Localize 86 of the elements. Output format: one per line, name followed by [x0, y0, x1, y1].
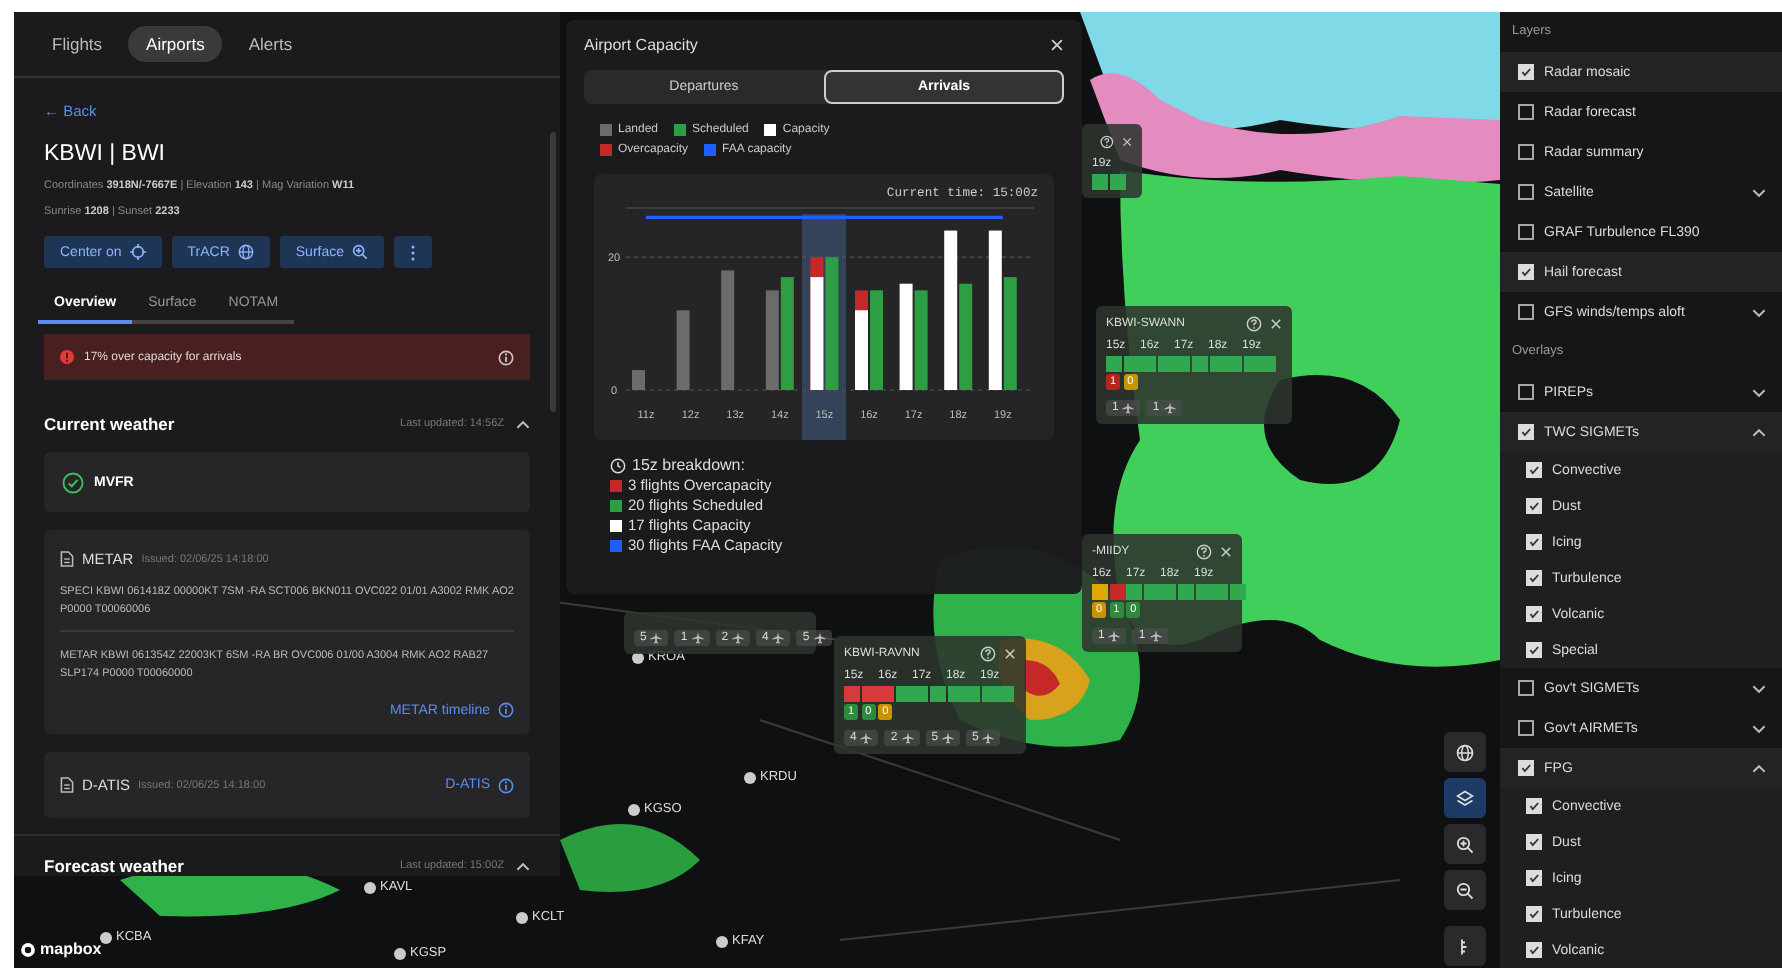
chevron-down-icon[interactable]: [1752, 307, 1766, 317]
chevron-up-icon[interactable]: [516, 861, 530, 871]
chevron-down-icon[interactable]: [1752, 723, 1766, 733]
check-circle-icon: [62, 471, 84, 493]
plane-icon: [772, 632, 785, 644]
close-icon[interactable]: [1121, 136, 1132, 148]
plane-icon: [1108, 630, 1121, 642]
map-control-button[interactable]: [1444, 870, 1486, 910]
info-icon: [498, 349, 514, 365]
globe-icon: [237, 244, 254, 260]
nav-tab[interactable]: Alerts: [230, 26, 311, 62]
checkbox[interactable]: [1518, 104, 1534, 120]
close-icon[interactable]: [1220, 546, 1232, 558]
document-icon: [60, 550, 74, 568]
bar: [676, 310, 690, 390]
plane-icon: [901, 732, 914, 744]
plane-icon: [982, 732, 995, 744]
chevron-down-icon[interactable]: [1752, 683, 1766, 693]
map-control-button[interactable]: [1444, 824, 1486, 864]
chevron-down-icon[interactable]: [1752, 187, 1766, 197]
bar: [632, 370, 645, 390]
airport-marker-icon[interactable]: [716, 935, 728, 947]
chevron-up-icon[interactable]: [516, 419, 530, 429]
close-icon[interactable]: [1050, 38, 1064, 52]
plane-icon: [1149, 630, 1162, 642]
close-icon[interactable]: [1004, 648, 1016, 660]
zoom-in-icon: [1456, 835, 1474, 853]
plane-icon: [691, 632, 704, 644]
checkbox[interactable]: [1518, 384, 1534, 400]
map-attribution: mapbox: [40, 940, 102, 958]
legend-swatch: [674, 124, 687, 136]
plane-icon: [813, 632, 826, 644]
nav-tab[interactable]: Flights: [34, 26, 121, 62]
legend-swatch: [600, 144, 612, 156]
zoom-icon: [352, 244, 369, 260]
chevron-down-icon[interactable]: [1752, 387, 1766, 397]
plane-icon: [942, 732, 955, 744]
plane-icon: [1122, 402, 1135, 414]
checkbox[interactable]: [1518, 304, 1534, 320]
airport-title: KBWI | BWI: [44, 142, 167, 166]
zoom-out-icon: [1456, 881, 1474, 899]
info-icon: [498, 777, 514, 793]
help-icon[interactable]: [1100, 134, 1114, 150]
section-title: Current weather: [44, 414, 177, 434]
chevron-up-icon[interactable]: [1752, 763, 1766, 773]
clock-icon: [610, 457, 626, 473]
map-control-button[interactable]: [1444, 732, 1486, 772]
checkbox[interactable]: [1518, 720, 1534, 736]
help-icon[interactable]: [980, 646, 996, 662]
airport-marker-icon[interactable]: [516, 911, 528, 923]
map-control-button[interactable]: [1444, 778, 1486, 818]
airport-marker-icon[interactable]: [394, 947, 406, 959]
alert-icon: [60, 350, 74, 364]
map-control-button[interactable]: [1444, 926, 1486, 966]
legend-swatch: [600, 124, 612, 136]
legend-swatch: [704, 144, 717, 156]
bar: [721, 270, 735, 390]
airport-marker-icon[interactable]: [744, 771, 756, 783]
checkbox[interactable]: [1518, 224, 1534, 240]
help-icon[interactable]: [1246, 316, 1262, 332]
more-icon: [410, 243, 417, 261]
breakdown-title: 15z breakdown:: [632, 456, 745, 474]
checkbox[interactable]: [1518, 144, 1534, 160]
layers-icon: [1456, 789, 1474, 807]
legend-swatch: [764, 124, 777, 136]
nav-tab[interactable]: Airports: [128, 26, 223, 62]
mapbox-logo-icon: [20, 941, 36, 957]
chevron-up-icon[interactable]: [1752, 427, 1766, 437]
checkbox[interactable]: [1518, 680, 1534, 696]
document-icon: [60, 776, 74, 794]
airport-marker-icon[interactable]: [364, 881, 376, 893]
plane-icon: [732, 632, 745, 644]
plane-icon: [650, 632, 663, 644]
crosshair-icon: [129, 244, 146, 260]
airport-marker-icon[interactable]: [628, 803, 640, 815]
checkbox[interactable]: [1518, 184, 1534, 200]
close-icon[interactable]: [1270, 318, 1282, 330]
info-icon: [498, 702, 514, 718]
dialog-title: Airport Capacity: [584, 36, 700, 54]
plane-icon: [860, 732, 873, 744]
plane-icon: [1163, 402, 1176, 414]
help-icon[interactable]: [1196, 544, 1212, 560]
airport-marker-icon[interactable]: [100, 931, 112, 943]
globe-icon: [1456, 743, 1474, 761]
section-title: Forecast weather: [44, 856, 186, 876]
action-button[interactable]: [394, 236, 433, 268]
